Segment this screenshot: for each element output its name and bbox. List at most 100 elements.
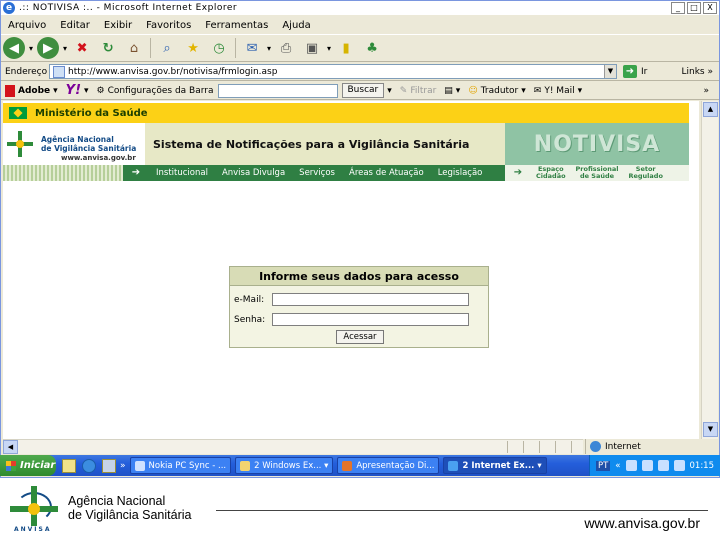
discuss-icon[interactable]: ▮ bbox=[335, 37, 357, 59]
edit-page-icon[interactable]: ▣ bbox=[301, 37, 323, 59]
tray-expand-icon[interactable]: « bbox=[615, 461, 620, 471]
forward-dropdown-icon[interactable]: ▾ bbox=[63, 44, 67, 53]
scroll-left-icon[interactable]: ◀ bbox=[3, 440, 18, 454]
ie-quicklaunch-icon[interactable] bbox=[82, 458, 96, 473]
window-title: .:: NOTIVISA :.. - Microsoft Internet Ex… bbox=[19, 3, 238, 13]
gov-title[interactable]: Ministério da Saúde bbox=[35, 108, 148, 119]
history-icon[interactable]: ◷ bbox=[208, 37, 230, 59]
highlight-dropdown-icon: ▾ bbox=[455, 85, 461, 96]
back-icon[interactable]: ◀ bbox=[3, 37, 25, 59]
task-windows-explorer[interactable]: 2 Windows Ex... ▾ bbox=[235, 457, 334, 474]
address-dropdown-icon[interactable]: ▼ bbox=[604, 65, 616, 78]
title-bar[interactable]: e .:: NOTIVISA :.. - Microsoft Internet … bbox=[1, 1, 719, 15]
refresh-icon[interactable]: ↻ bbox=[97, 37, 119, 59]
links-menu[interactable]: Links » bbox=[681, 67, 713, 77]
anvisa-name-line2: de Vigilância Sanitária bbox=[41, 144, 137, 153]
nav-item-setor-regulado[interactable]: Setor Regulado bbox=[623, 166, 667, 180]
anvisa-name-line1: Agência Nacional bbox=[41, 135, 114, 144]
email-field[interactable] bbox=[272, 293, 469, 306]
status-bar: ◀ Internet bbox=[1, 439, 719, 455]
filter-button[interactable]: ✎ Filtrar bbox=[400, 86, 437, 96]
language-indicator[interactable]: PT bbox=[595, 460, 611, 471]
yahoo-search-button[interactable]: Buscar bbox=[341, 83, 385, 98]
adobe-icon bbox=[5, 84, 15, 97]
maximize-button[interactable]: □ bbox=[687, 2, 701, 14]
anvisa-logo[interactable]: Agência Nacional de Vigilância Sanitária… bbox=[3, 123, 145, 165]
messenger-icon[interactable]: ♣ bbox=[361, 37, 383, 59]
print-icon[interactable]: ⎙ bbox=[275, 37, 297, 59]
toolbar-config-label: Configurações da Barra bbox=[107, 85, 214, 96]
desktop-icon[interactable] bbox=[62, 458, 76, 473]
adobe-label: Adobe bbox=[18, 85, 51, 96]
status-segment bbox=[571, 441, 585, 453]
nav-pattern bbox=[3, 165, 123, 181]
mail-dropdown-icon[interactable]: ▾ bbox=[267, 44, 271, 53]
messenger-tray-icon[interactable] bbox=[657, 460, 669, 471]
menu-ajuda[interactable]: Ajuda bbox=[275, 20, 317, 31]
adobe-menu[interactable]: Adobe ▾ bbox=[5, 84, 58, 97]
powerpoint-icon bbox=[342, 460, 353, 471]
yahoo-menu[interactable]: Y! ▾ bbox=[66, 83, 89, 98]
clock[interactable]: 01:15 bbox=[690, 461, 715, 471]
close-button[interactable]: X bbox=[703, 2, 717, 14]
address-field[interactable]: http://www.anvisa.gov.br/notivisa/frmlog… bbox=[49, 64, 617, 79]
scroll-up-icon[interactable]: ▲ bbox=[703, 102, 718, 117]
edit-dropdown-icon[interactable]: ▾ bbox=[327, 44, 331, 53]
login-submit-button[interactable]: Acessar bbox=[336, 330, 384, 344]
vertical-scrollbar[interactable]: ▲ ▼ bbox=[701, 101, 718, 439]
translator-button[interactable]: ☺ Tradutor ▾ bbox=[468, 86, 525, 96]
yahoo-search-input[interactable] bbox=[217, 83, 338, 98]
nav-item-profissional-saude[interactable]: Profissional de Saúde bbox=[571, 166, 624, 180]
highlight-button[interactable]: ▤ ▾ bbox=[444, 86, 460, 96]
minimize-button[interactable]: _ bbox=[671, 2, 685, 14]
menu-editar[interactable]: Editar bbox=[53, 20, 97, 31]
network-icon[interactable] bbox=[625, 460, 637, 471]
search-dropdown-icon[interactable]: ▾ bbox=[387, 86, 392, 96]
search-icon[interactable]: ⌕ bbox=[156, 37, 178, 59]
yahoo-mail-button[interactable]: ✉ Y! Mail ▾ bbox=[534, 86, 582, 96]
password-field[interactable] bbox=[272, 313, 469, 326]
nav-item-areas-atuacao[interactable]: Áreas de Atuação bbox=[342, 168, 431, 178]
start-button[interactable]: Iniciar bbox=[0, 455, 56, 476]
menu-ferramentas[interactable]: Ferramentas bbox=[198, 20, 275, 31]
favorites-star-icon[interactable]: ★ bbox=[182, 37, 204, 59]
start-label: Iniciar bbox=[20, 460, 56, 471]
forward-icon[interactable]: ▶ bbox=[37, 37, 60, 59]
notivisa-logo-text: NOTIVISA bbox=[533, 131, 661, 157]
yahoo-dropdown-icon: ▾ bbox=[84, 85, 89, 96]
windows-taskbar: Iniciar » Nokia PC Sync - ... 2 Windows … bbox=[0, 455, 720, 476]
antivirus-icon[interactable] bbox=[673, 460, 685, 471]
task-powerpoint[interactable]: Apresentação Di... bbox=[337, 457, 440, 474]
nav-item-anvisa-divulga[interactable]: Anvisa Divulga bbox=[215, 168, 292, 178]
stop-icon[interactable]: ✖ bbox=[71, 37, 93, 59]
menu-arquivo[interactable]: Arquivo bbox=[1, 20, 53, 31]
links-more-icon: » bbox=[707, 66, 713, 77]
toolbar-config-button[interactable]: ⚙ Configurações da Barra bbox=[97, 86, 214, 96]
task-nokia-pc-sync[interactable]: Nokia PC Sync - ... bbox=[129, 457, 232, 474]
volume-icon[interactable] bbox=[641, 460, 653, 471]
media-icon[interactable] bbox=[102, 458, 116, 473]
mail-icon[interactable]: ✉ bbox=[241, 37, 263, 59]
gear-icon: ⚙ bbox=[96, 85, 105, 96]
task-internet-explorer[interactable]: 2 Internet Ex... ▾ bbox=[443, 457, 547, 474]
go-button[interactable]: ➜ Ir bbox=[623, 65, 647, 78]
nav-item-espaco-cidadao[interactable]: Espaço Cidadão bbox=[531, 166, 571, 180]
address-bar: Endereço http://www.anvisa.gov.br/notivi… bbox=[1, 63, 719, 81]
mail-dropdown-icon: ▾ bbox=[577, 85, 583, 96]
back-dropdown-icon[interactable]: ▾ bbox=[29, 44, 33, 53]
horizontal-scrollbar[interactable]: ◀ bbox=[3, 439, 583, 454]
nav-label: Regulado bbox=[628, 172, 663, 180]
nav-item-institucional[interactable]: Institucional bbox=[149, 168, 215, 178]
menu-exibir[interactable]: Exibir bbox=[97, 20, 139, 31]
home-icon[interactable]: ⌂ bbox=[123, 37, 145, 59]
scroll-down-icon[interactable]: ▼ bbox=[703, 422, 718, 437]
security-zone: Internet bbox=[585, 439, 719, 454]
nav-arrow-icon: ➔ bbox=[131, 167, 141, 178]
linksbar-more-icon[interactable]: » bbox=[703, 86, 709, 96]
menu-favoritos[interactable]: Favoritos bbox=[139, 20, 198, 31]
ie-icon: e bbox=[3, 2, 15, 14]
ie-icon bbox=[448, 460, 459, 471]
quicklaunch-more-icon[interactable]: » bbox=[120, 461, 126, 471]
nav-item-legislacao[interactable]: Legislação bbox=[431, 168, 490, 178]
nav-item-servicos[interactable]: Serviços bbox=[292, 168, 342, 178]
